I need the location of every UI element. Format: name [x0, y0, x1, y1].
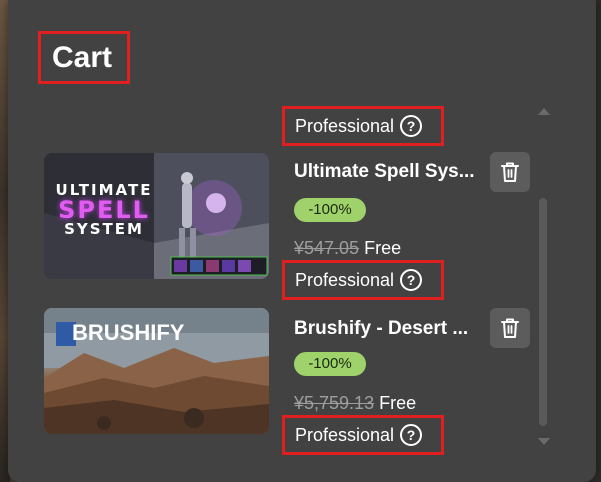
remove-item-button[interactable] [490, 152, 530, 192]
product-thumbnail[interactable]: BRUSHIFY [44, 308, 269, 434]
license-label: Professional [295, 270, 395, 290]
product-name[interactable]: Brushify - Desert ... [294, 318, 490, 340]
original-price: ¥547.05 [294, 238, 360, 258]
price: ¥5,759.13 Free [294, 393, 416, 414]
cart-panel: Cart Professional? ULTIMATE SPELL SYSTEM… [8, 0, 596, 482]
license-type-highlighted[interactable]: Professional? [282, 415, 444, 455]
question-circle-icon[interactable]: ? [400, 114, 423, 137]
scrollbar-thumb[interactable] [539, 198, 547, 426]
license-type-highlighted[interactable]: Professional? [282, 260, 444, 300]
cart-item[interactable]: ULTIMATE SPELL SYSTEM Ultimate Spell Sys… [8, 152, 596, 300]
thumbnail-logo: BRUSHIFY [56, 320, 184, 347]
scroll-up-arrow[interactable] [538, 108, 550, 115]
discount-badge: -100% [294, 352, 366, 376]
license-label: Professional [295, 425, 395, 445]
cart-item[interactable]: BRUSHIFY Brushify - Desert ... -100% ¥5,… [8, 308, 596, 455]
product-thumbnail[interactable]: ULTIMATE SPELL SYSTEM [44, 153, 269, 279]
price: ¥547.05 Free [294, 238, 401, 259]
remove-item-button[interactable] [490, 308, 530, 348]
scroll-down-arrow[interactable] [538, 438, 550, 445]
cart-title: Cart [38, 31, 130, 84]
question-circle-icon[interactable]: ? [400, 268, 423, 291]
trash-icon [501, 318, 519, 338]
discount-badge: -100% [294, 198, 366, 222]
cart-item[interactable]: Professional? [8, 96, 596, 146]
product-name[interactable]: Ultimate Spell Sys... [294, 161, 490, 183]
license-label: Professional [295, 116, 395, 136]
question-circle-icon[interactable]: ? [400, 423, 423, 446]
sale-price: Free [364, 238, 402, 258]
cart-item-list[interactable]: Professional? ULTIMATE SPELL SYSTEM Ulti… [8, 96, 596, 482]
sale-price: Free [379, 393, 417, 413]
license-type-highlighted[interactable]: Professional? [282, 106, 444, 146]
thumbnail-title: ULTIMATE SPELL SYSTEM [55, 181, 153, 238]
trash-icon [501, 162, 519, 182]
original-price: ¥5,759.13 [294, 393, 375, 413]
